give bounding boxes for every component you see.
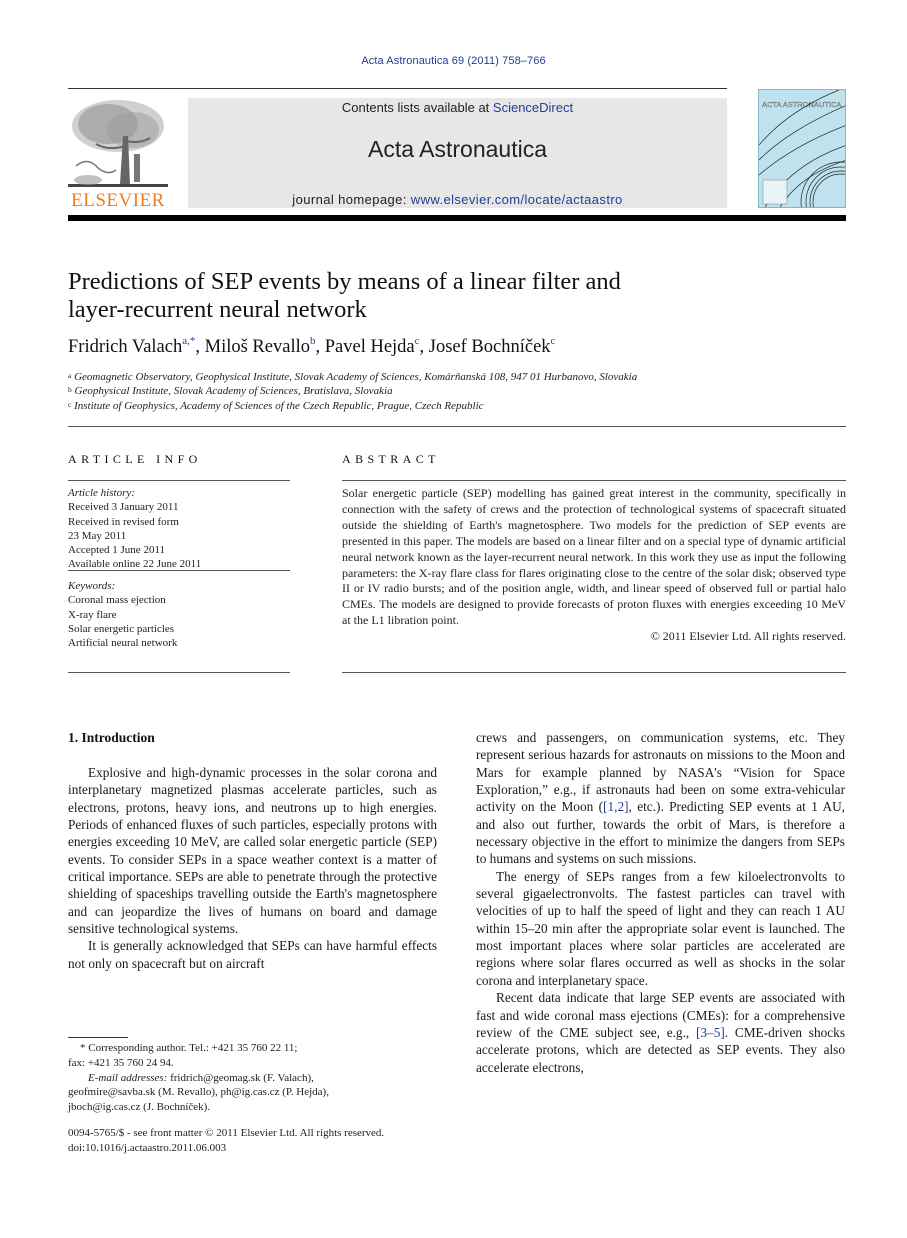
affiliation-text: Geomagnetic Observatory, Geophysical Ins… — [74, 371, 638, 383]
paragraph: crews and passengers, on communication s… — [476, 729, 845, 868]
article-title: Predictions of SEP events by means of a … — [68, 268, 808, 324]
issn-line: 0094-5765/$ - see front matter © 2011 El… — [68, 1127, 385, 1139]
reference-link[interactable]: [1,2] — [603, 799, 628, 814]
cover-title: ACTA ASTRONAUTICA — [762, 100, 841, 109]
section-heading-introduction: 1. Introduction — [68, 730, 155, 745]
email-label: E-mail addresses: — [88, 1071, 168, 1084]
author-name[interactable]: Pavel Hejda — [325, 337, 415, 357]
front-matter: 0094-5765/$ - see front matter © 2011 El… — [68, 1126, 440, 1156]
history-item: Accepted 1 June 2011 — [68, 544, 166, 557]
affiliation-mark: a — [68, 371, 72, 380]
homepage-link[interactable]: www.elsevier.com/locate/actaastro — [411, 192, 623, 207]
author-separator: , — [315, 337, 325, 357]
author-name[interactable]: Fridrich Valach — [68, 337, 182, 357]
affiliation: b Geophysical Institute, Slovak Academy … — [68, 385, 393, 397]
footnote-rule — [68, 1037, 128, 1038]
history-item: Received 3 January 2011 — [68, 501, 179, 514]
keywords: Keywords: Coronal mass ejection X-ray fl… — [68, 579, 290, 650]
abstract-rule — [342, 480, 846, 481]
author-separator: , — [419, 337, 429, 357]
history-label: Article history: — [68, 487, 135, 499]
author-separator: , — [195, 337, 205, 357]
journal-cover-thumbnail[interactable]: ACTA ASTRONAUTICA — [758, 89, 846, 208]
homepage-prefix: journal homepage: — [292, 192, 411, 207]
paragraph: Explosive and high-dynamic processes in … — [68, 765, 437, 937]
affiliations-divider — [68, 426, 846, 427]
tree-icon — [68, 100, 168, 187]
cover-art-icon: ACTA ASTRONAUTICA — [759, 90, 845, 207]
affiliation: a Geomagnetic Observatory, Geophysical I… — [68, 371, 637, 383]
author-affiliation-mark[interactable]: a,* — [182, 335, 195, 347]
reference-link[interactable]: [3–5] — [696, 1025, 725, 1040]
article-info-rule — [68, 480, 290, 481]
header-rule — [68, 88, 727, 89]
abstract-bottom-rule — [342, 672, 846, 673]
email-address[interactable]: jboch@ig.cas.cz (J. Bochníček). — [68, 1100, 440, 1115]
corresponding-author-note: * Corresponding author. Tel.: +421 35 76… — [80, 1042, 298, 1054]
author-affiliation-mark[interactable]: c — [415, 335, 420, 347]
sciencedirect-link[interactable]: ScienceDirect — [493, 100, 573, 115]
keywords-label: Keywords: — [68, 580, 116, 592]
journal-banner: Contents lists available at ScienceDirec… — [188, 98, 727, 208]
author-affiliation-mark[interactable]: b — [310, 335, 316, 347]
author-name[interactable]: Josef Bochníček — [429, 337, 551, 357]
affiliation-text: Institute of Geophysics, Academy of Scie… — [74, 400, 484, 412]
affiliation-text: Geophysical Institute, Slovak Academy of… — [74, 385, 393, 397]
right-column: crews and passengers, on communication s… — [476, 729, 845, 1076]
article-history: Article history: Received 3 January 2011… — [68, 486, 290, 572]
fax-line: fax: +421 35 760 24 94. — [68, 1056, 174, 1069]
abstract-body: Solar energetic particle (SEP) modelling… — [342, 486, 846, 645]
author-affiliation-mark[interactable]: c — [551, 335, 556, 347]
journal-citation[interactable]: Acta Astronautica 69 (2011) 758–766 — [0, 55, 907, 67]
title-line-1: Predictions of SEP events by means of a … — [68, 268, 621, 295]
doi-line[interactable]: doi:10.1016/j.actaastro.2011.06.003 — [68, 1141, 440, 1156]
email-line: E-mail addresses: fridrich@geomag.sk (F.… — [68, 1071, 440, 1086]
abstract-copyright: © 2011 Elsevier Ltd. All rights reserved… — [650, 629, 846, 644]
keyword: Solar energetic particles — [68, 622, 175, 635]
homepage-line: journal homepage: www.elsevier.com/locat… — [188, 192, 727, 207]
paragraph: Recent data indicate that large SEP even… — [476, 989, 845, 1076]
contents-prefix: Contents lists available at — [341, 100, 493, 115]
abstract-text: Solar energetic particle (SEP) modelling… — [342, 486, 846, 628]
left-column: Explosive and high-dynamic processes in … — [68, 764, 437, 972]
author-name[interactable]: Miloš Revallo — [205, 337, 310, 357]
keyword: X-ray flare — [68, 608, 117, 621]
author-list: Fridrich Valacha,*, Miloš Revallob, Pave… — [68, 335, 556, 358]
affiliation-mark: b — [68, 385, 72, 394]
history-item: 23 May 2011 — [68, 529, 127, 542]
history-rule — [68, 570, 290, 571]
email-address[interactable]: fridrich@geomag.sk (F. Valach), — [167, 1072, 314, 1084]
article-info-bottom-rule — [68, 672, 290, 673]
footnotes: * Corresponding author. Tel.: +421 35 76… — [68, 1041, 440, 1115]
journal-name: Acta Astronautica — [368, 136, 547, 162]
title-line-2: layer-recurrent neural network — [68, 296, 367, 323]
history-item: Received in revised form — [68, 515, 179, 528]
elsevier-wordmark[interactable]: ELSEVIER — [68, 190, 168, 212]
affiliation-mark: c — [68, 400, 72, 409]
keyword: Coronal mass ejection — [68, 594, 166, 607]
abstract-heading: ABSTRACT — [342, 452, 440, 466]
email-address[interactable]: geofmire@savba.sk (M. Revallo), ph@ig.ca… — [68, 1085, 440, 1100]
paragraph: The energy of SEPs ranges from a few kil… — [476, 868, 845, 988]
header-thick-rule — [68, 215, 846, 221]
affiliation: c Institute of Geophysics, Academy of Sc… — [68, 400, 484, 412]
contents-line: Contents lists available at ScienceDirec… — [188, 100, 727, 115]
keyword: Artificial neural network — [68, 637, 178, 650]
article-info-heading: ARTICLE INFO — [68, 452, 202, 466]
paragraph: It is generally acknowledged that SEPs c… — [68, 938, 437, 971]
